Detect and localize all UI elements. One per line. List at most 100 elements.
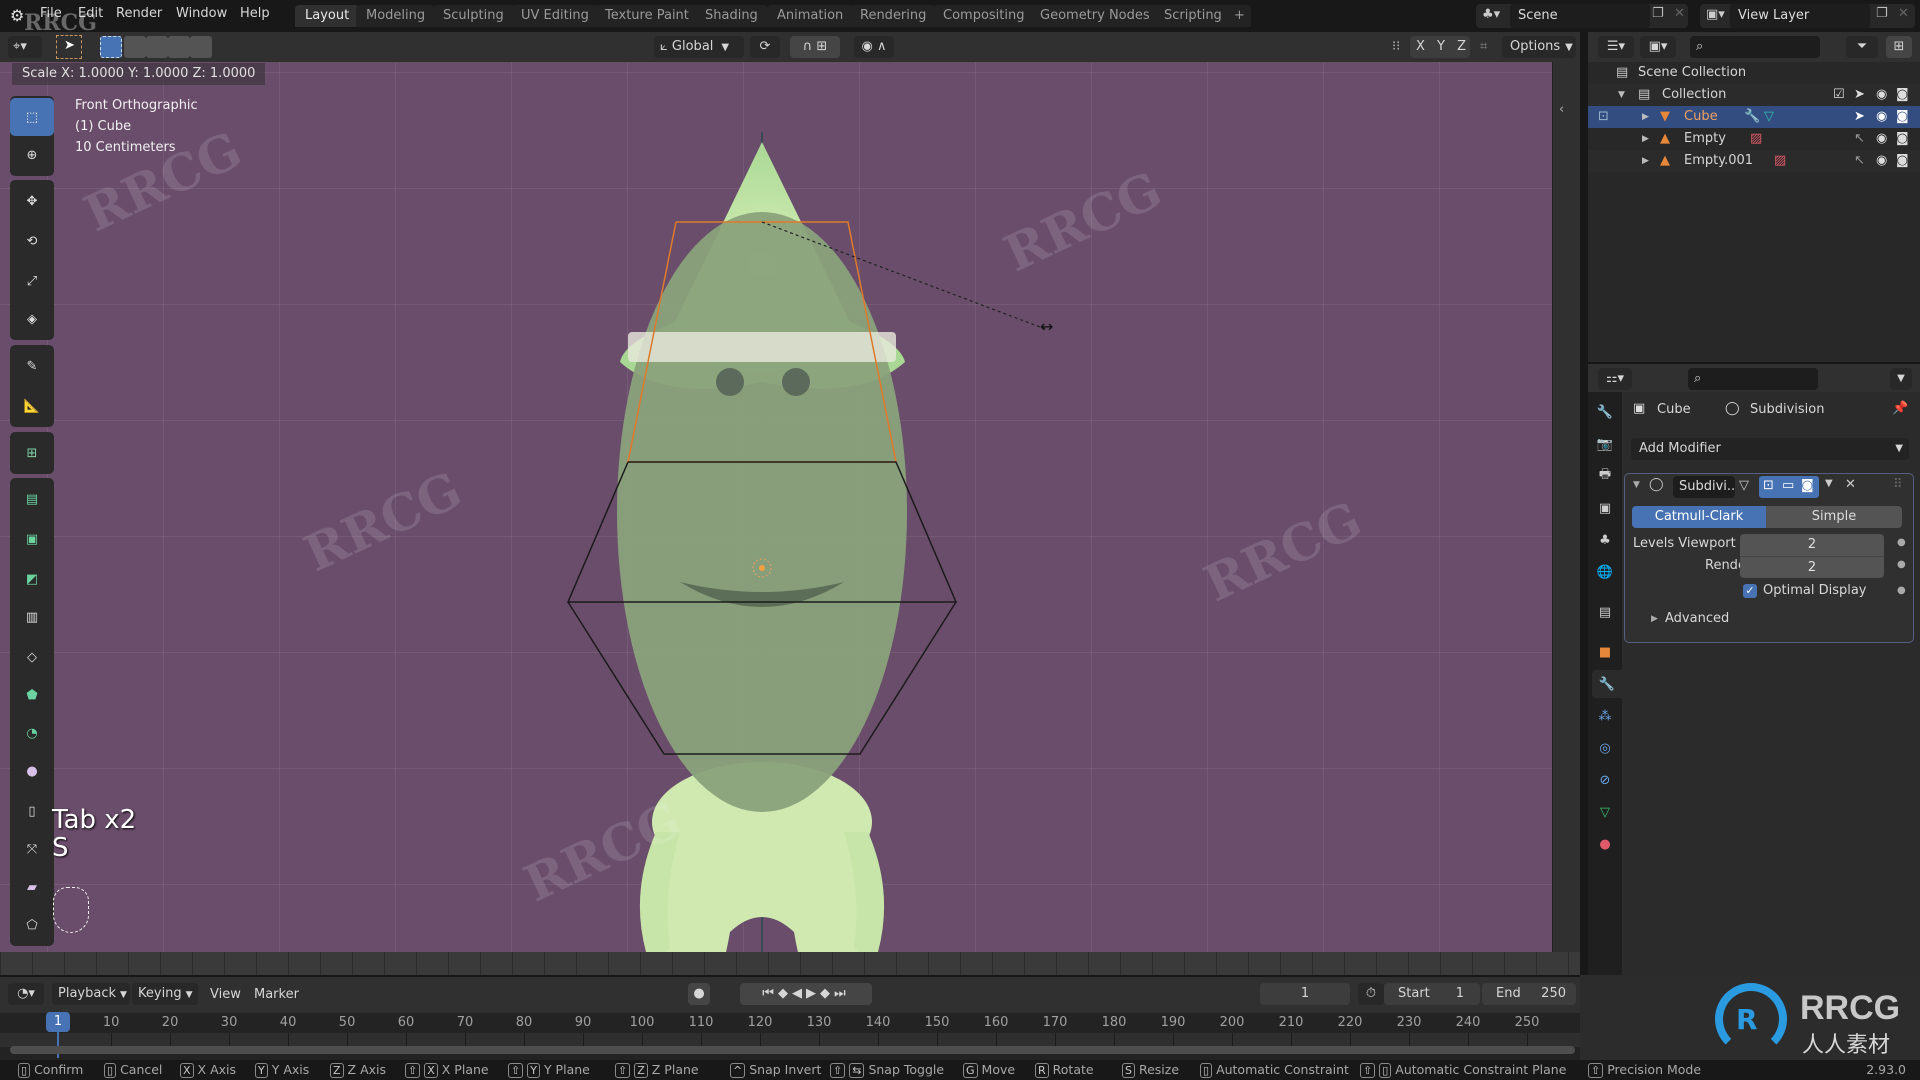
- preview-range-toggle[interactable]: ⏱: [1358, 983, 1384, 1005]
- view-layer-icon[interactable]: ▣▾: [1706, 7, 1725, 22]
- tab-object[interactable]: ■: [1591, 638, 1619, 666]
- selectable-icon[interactable]: ↖: [1854, 128, 1865, 150]
- pivot-point-dropdown[interactable]: ⟳: [750, 36, 780, 58]
- mirror-y-button[interactable]: Y: [1437, 39, 1445, 54]
- simple-button[interactable]: Simple: [1766, 506, 1902, 528]
- advanced-subpanel[interactable]: Advanced: [1665, 611, 1729, 626]
- chevron-left-icon[interactable]: ‹: [1559, 102, 1564, 117]
- tool-inset[interactable]: ▣: [10, 520, 54, 558]
- tab-sculpting[interactable]: Sculpting: [433, 5, 514, 27]
- selectable-icon[interactable]: ➤: [1854, 106, 1865, 128]
- outliner-row-collection[interactable]: ▼ ▤ Collection ☑ ➤ ◉ ◙: [1588, 84, 1920, 106]
- select-intersect-icon[interactable]: [190, 36, 212, 58]
- timeline-view-menu[interactable]: View: [210, 987, 241, 1002]
- selectable-icon[interactable]: ↖: [1854, 150, 1865, 172]
- tool-measure[interactable]: 📐: [10, 387, 54, 425]
- timeline-editor-type-button[interactable]: ◔▾: [8, 983, 44, 1005]
- delete-view-layer-icon[interactable]: ✕: [1898, 6, 1909, 21]
- tool-transform[interactable]: ◈: [10, 300, 54, 338]
- select-new-icon[interactable]: [100, 36, 122, 58]
- tab-data[interactable]: ▽: [1591, 798, 1619, 826]
- visibility-eye-icon[interactable]: ◉: [1876, 128, 1887, 150]
- current-frame-field[interactable]: 1: [1260, 983, 1350, 1005]
- menu-render[interactable]: Render: [116, 6, 162, 21]
- tab-view-layer[interactable]: ▣: [1591, 494, 1619, 522]
- current-frame-indicator[interactable]: 1: [46, 1012, 70, 1032]
- tab-geometry-nodes[interactable]: Geometry Nodes: [1030, 5, 1160, 27]
- proportional-edit-toggle[interactable]: ◉ ∧: [854, 36, 894, 58]
- tool-rotate[interactable]: ⟲: [10, 222, 54, 260]
- tool-shrink-fatten[interactable]: ⤧: [10, 830, 54, 868]
- image-data-icon[interactable]: ▨: [1774, 150, 1786, 172]
- tool-smooth[interactable]: ●: [10, 752, 54, 790]
- tool-edge-slide[interactable]: ▯: [10, 792, 54, 830]
- image-data-icon[interactable]: ▨: [1750, 128, 1762, 150]
- mirror-z-button[interactable]: Z: [1457, 39, 1466, 54]
- modifier-name-field[interactable]: Subdivi...: [1673, 476, 1735, 498]
- mirror-x-button[interactable]: X: [1416, 39, 1425, 54]
- tab-shading[interactable]: Shading: [695, 5, 768, 27]
- tool-add-cube[interactable]: ⊞: [10, 434, 54, 472]
- tool-move[interactable]: ✥: [10, 182, 54, 220]
- 3d-viewport[interactable]: ↔ RRCG RRCG RRCG RRCG RRCG: [0, 62, 1552, 952]
- expand-arrow-icon[interactable]: ▶: [1642, 106, 1649, 128]
- expand-arrow-icon[interactable]: ▶: [1642, 128, 1649, 150]
- character-model[interactable]: ↔: [560, 132, 1100, 952]
- tab-texture-paint[interactable]: Texture Paint: [595, 5, 699, 27]
- expand-arrow-icon[interactable]: ▶: [1642, 150, 1649, 172]
- tab-render[interactable]: 📷: [1591, 430, 1619, 458]
- tool-extrude[interactable]: ▤: [10, 480, 54, 518]
- end-frame-field[interactable]: End 250: [1482, 983, 1576, 1005]
- tool-loop-cut[interactable]: ▥: [10, 598, 54, 636]
- render-camera-icon[interactable]: ◙: [1896, 150, 1909, 172]
- tab-compositing[interactable]: Compositing: [933, 5, 1035, 27]
- visibility-eye-icon[interactable]: ◉: [1876, 106, 1887, 128]
- properties-search-input[interactable]: ⌕: [1688, 368, 1818, 390]
- remove-modifier-icon[interactable]: ✕: [1845, 477, 1856, 492]
- tool-poly-build[interactable]: ⬟: [10, 676, 54, 714]
- mesh-data-icon[interactable]: ▽: [1764, 106, 1774, 128]
- tab-tool[interactable]: 🔧: [1591, 398, 1619, 426]
- display-mode-dropdown[interactable]: ▣▾: [1640, 36, 1676, 58]
- play-reverse-icon[interactable]: ◀: [792, 986, 806, 1001]
- view-layer-name-field[interactable]: View Layer: [1730, 4, 1870, 28]
- outliner-row-empty-001[interactable]: ▶ ▲ Empty.001 ▨ ↖ ◉ ◙: [1588, 150, 1920, 172]
- tool-scale[interactable]: ⤢: [10, 262, 54, 300]
- keying-menu[interactable]: Keying ▼: [132, 983, 198, 1005]
- play-icon[interactable]: ▶: [806, 986, 820, 1001]
- mirror-icon[interactable]: ⁝⁝: [1392, 39, 1400, 54]
- visibility-eye-icon[interactable]: ◉: [1876, 150, 1887, 172]
- add-modifier-dropdown[interactable]: Add Modifier ▼: [1631, 438, 1909, 460]
- editor-type-button[interactable]: ⌖▾: [8, 36, 42, 58]
- auto-keying-toggle[interactable]: ●: [688, 983, 710, 1005]
- tab-modifiers[interactable]: 🔧: [1592, 670, 1622, 698]
- tab-constraints[interactable]: ⊘: [1591, 766, 1619, 794]
- catmull-clark-button[interactable]: Catmull-Clark: [1632, 506, 1766, 528]
- outliner-row-scene-collection[interactable]: ▤ Scene Collection: [1588, 62, 1920, 84]
- edit-mode-toggle-icon[interactable]: ▽: [1739, 478, 1749, 493]
- expand-arrow-icon[interactable]: ▼: [1618, 84, 1625, 106]
- cage-toggle-icon[interactable]: ⊡: [1763, 478, 1774, 493]
- tab-layout[interactable]: Layout: [295, 5, 360, 27]
- viewport-display-icon[interactable]: ▭: [1782, 478, 1794, 493]
- tab-animation[interactable]: Animation: [767, 5, 854, 27]
- tool-select-box[interactable]: ⬚: [10, 98, 54, 136]
- tool-shear[interactable]: ▰: [10, 868, 54, 906]
- tool-annotate[interactable]: ✎: [10, 347, 54, 385]
- tab-particles[interactable]: ⁂: [1591, 702, 1619, 730]
- tab-world[interactable]: 🌐: [1591, 558, 1619, 586]
- tab-physics[interactable]: ◎: [1591, 734, 1619, 762]
- playhead-line[interactable]: [57, 1032, 59, 1058]
- render-camera-icon[interactable]: ◙: [1896, 84, 1909, 106]
- menu-help[interactable]: Help: [240, 6, 270, 21]
- outliner-search-input[interactable]: ⌕: [1690, 36, 1820, 58]
- timeline-scrollbar[interactable]: [10, 1046, 1575, 1054]
- menu-window[interactable]: Window: [176, 6, 227, 21]
- expand-arrow-icon[interactable]: ▶: [1651, 614, 1658, 624]
- options-dropdown[interactable]: Options ▼: [1502, 36, 1576, 58]
- tab-modeling[interactable]: Modeling: [356, 5, 436, 27]
- tool-bevel[interactable]: ◩: [10, 560, 54, 598]
- outliner-row-empty[interactable]: ▶ ▲ Empty ▨ ↖ ◉ ◙: [1588, 128, 1920, 150]
- render-camera-icon[interactable]: ◙: [1896, 128, 1909, 150]
- outliner-row-cube[interactable]: ⊡ ▶ ▼ Cube 🔧 ▽ ➤ ◉ ◙: [1588, 106, 1920, 128]
